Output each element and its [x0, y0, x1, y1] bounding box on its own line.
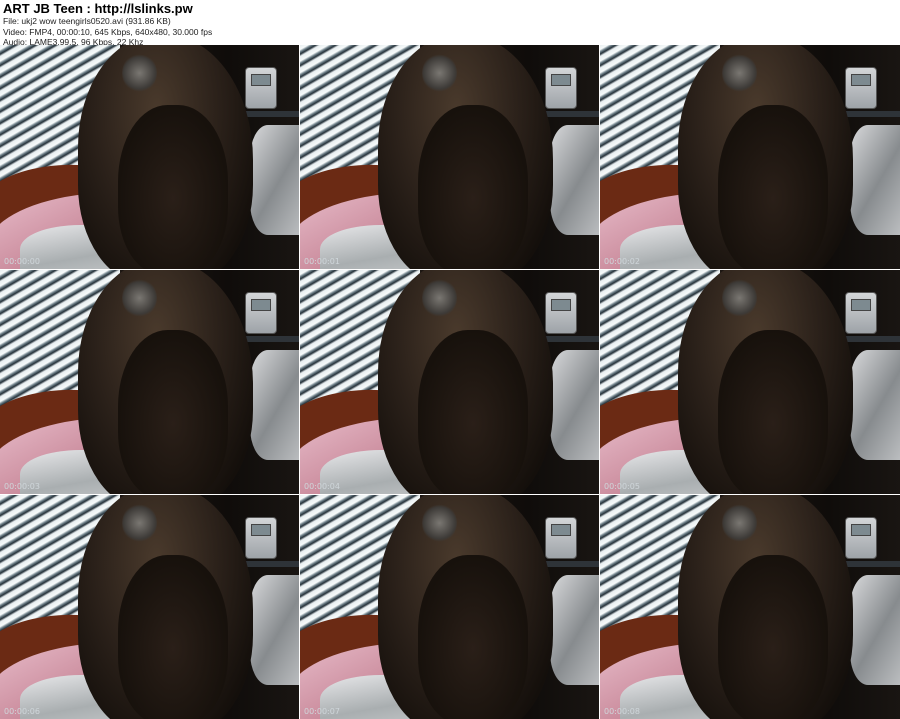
pillow [550, 125, 599, 235]
alarm-clock [545, 67, 577, 109]
shelf [245, 561, 299, 567]
hair-clip [722, 503, 757, 543]
clock-screen [851, 524, 871, 536]
timecode-label: 00:00:02 [604, 257, 640, 266]
clock-screen [851, 74, 871, 86]
face-shadow [118, 330, 228, 494]
alarm-clock [845, 67, 877, 109]
video-thumbnail: 00:00:04 [300, 270, 599, 494]
clock-screen [551, 299, 571, 311]
hair-clip [422, 503, 457, 543]
pillow [550, 575, 599, 685]
pillow [250, 350, 299, 460]
hair-clip [122, 278, 157, 318]
video-info: Video: FMP4, 00:00:10, 645 Kbps, 640x480… [3, 26, 213, 37]
face-shadow [718, 330, 828, 494]
face-shadow [118, 105, 228, 269]
clock-screen [251, 524, 271, 536]
video-thumbnail: 00:00:00 [0, 45, 299, 269]
timecode-label: 00:00:04 [304, 482, 340, 491]
video-thumbnail: 00:00:02 [600, 45, 900, 269]
alarm-clock [245, 517, 277, 559]
alarm-clock [545, 292, 577, 334]
video-thumbnail: 00:00:06 [0, 495, 299, 719]
pillow [250, 575, 299, 685]
info-header: ART JB Teen : http://lslinks.pw File: uk… [0, 0, 900, 47]
timecode-label: 00:00:03 [4, 482, 40, 491]
face-shadow [718, 105, 828, 269]
shelf [245, 336, 299, 342]
video-thumbnail: 00:00:08 [600, 495, 900, 719]
hair-clip [122, 53, 157, 93]
alarm-clock [245, 292, 277, 334]
hair-clip [722, 278, 757, 318]
shelf [845, 561, 900, 567]
clock-screen [551, 74, 571, 86]
hair-clip [422, 53, 457, 93]
shelf [845, 336, 900, 342]
alarm-clock [245, 67, 277, 109]
pillow [850, 125, 900, 235]
clock-screen [251, 74, 271, 86]
pillow [550, 350, 599, 460]
pillow [850, 575, 900, 685]
shelf [545, 336, 599, 342]
face-shadow [418, 555, 528, 719]
alarm-clock [845, 517, 877, 559]
face-shadow [718, 555, 828, 719]
clock-screen [851, 299, 871, 311]
shelf [545, 561, 599, 567]
alarm-clock [845, 292, 877, 334]
video-thumbnail: 00:00:07 [300, 495, 599, 719]
timecode-label: 00:00:00 [4, 257, 40, 266]
pillow [850, 350, 900, 460]
shelf [245, 111, 299, 117]
page-title: ART JB Teen : http://lslinks.pw [3, 1, 193, 16]
clock-screen [251, 299, 271, 311]
timecode-label: 00:00:01 [304, 257, 340, 266]
thumbnail-grid: 00:00:00 00:00:01 00:00:02 00:00:03 00:00:04… [0, 45, 900, 719]
file-info: File: ukj2 wow teengirls0520.avi (931.86… [3, 16, 171, 26]
video-thumbnail: 00:00:03 [0, 270, 299, 494]
hair-clip [122, 503, 157, 543]
hair-clip [722, 53, 757, 93]
clock-screen [551, 524, 571, 536]
hair-clip [422, 278, 457, 318]
shelf [845, 111, 900, 117]
timecode-label: 00:00:06 [4, 707, 40, 716]
video-thumbnail: 00:00:01 [300, 45, 599, 269]
shelf [545, 111, 599, 117]
face-shadow [118, 555, 228, 719]
video-thumbnail: 00:00:05 [600, 270, 900, 494]
timecode-label: 00:00:05 [604, 482, 640, 491]
face-shadow [418, 105, 528, 269]
timecode-label: 00:00:08 [604, 707, 640, 716]
alarm-clock [545, 517, 577, 559]
pillow [250, 125, 299, 235]
face-shadow [418, 330, 528, 494]
timecode-label: 00:00:07 [304, 707, 340, 716]
